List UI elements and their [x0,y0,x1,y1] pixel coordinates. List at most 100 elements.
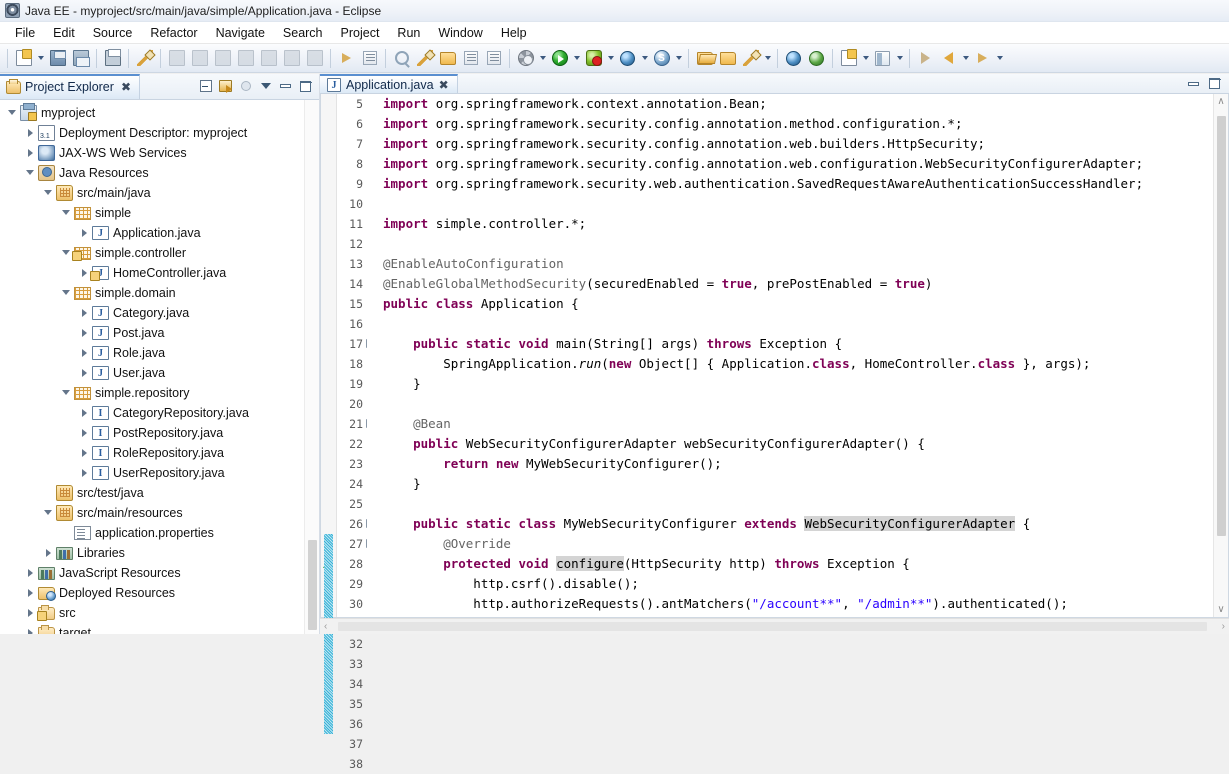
tree-item[interactable]: src/main/java [0,183,304,203]
resume-button[interactable] [166,48,187,69]
tree-item[interactable]: Java Resources [0,163,304,183]
code-line[interactable]: http.csrf().disable(); [383,574,1213,594]
chevron-right-icon[interactable] [76,323,92,343]
menu-project[interactable]: Project [332,24,389,42]
code-line[interactable]: import org.springframework.security.conf… [383,134,1213,154]
menu-run[interactable]: Run [388,24,429,42]
forward-dropdown[interactable] [960,48,971,69]
run-dropdown[interactable] [571,48,582,69]
new-perspective-button[interactable] [872,48,893,69]
code-line[interactable] [383,314,1213,334]
tree-item[interactable]: myproject [0,103,304,123]
tree-item[interactable]: RoleRepository.java [0,443,304,463]
external-tools-dropdown[interactable] [537,48,548,69]
chevron-right-icon[interactable] [76,223,92,243]
save-button[interactable] [47,48,68,69]
tree-item[interactable]: simple.controller [0,243,304,263]
chevron-right-icon[interactable] [76,363,92,383]
annotate-button[interactable] [740,48,761,69]
chevron-down-icon[interactable] [40,183,56,203]
chevron-right-icon[interactable] [40,543,56,563]
tree-item[interactable]: Role.java [0,343,304,363]
tree-item[interactable]: simple.repository [0,383,304,403]
tree-item[interactable]: Post.java [0,323,304,343]
chevron-right-icon[interactable] [22,143,38,163]
code-line[interactable]: } [383,374,1213,394]
chevron-right-icon[interactable] [76,403,92,423]
chevron-down-icon[interactable] [22,163,38,183]
tree-item[interactable]: src/test/java [0,483,304,503]
explorer-scroll-thumb[interactable] [308,540,317,630]
explorer-maximize-button[interactable] [296,77,315,96]
scroll-right-icon[interactable]: › [1222,621,1225,632]
task-button[interactable] [483,48,504,69]
chevron-right-icon[interactable] [76,443,92,463]
forward-button[interactable] [938,48,959,69]
close-icon[interactable]: ✖ [121,81,131,93]
debug-button[interactable] [583,48,604,69]
horizontal-scroll-thumb[interactable] [338,622,1207,631]
tab-application-java[interactable]: Application.java ✖ [320,74,458,93]
editor-vertical-scrollbar[interactable]: ∧ ∨ [1213,94,1228,617]
tree-item[interactable]: application.properties [0,523,304,543]
code-line[interactable]: import simple.controller.*; [383,214,1213,234]
link-with-editor-button[interactable] [216,77,235,96]
chevron-right-icon[interactable] [22,563,38,583]
disconnect-button[interactable] [235,48,256,69]
chevron-right-icon[interactable] [22,583,38,603]
tree-item[interactable]: src [0,603,304,623]
previous-annotation-button[interactable] [359,48,380,69]
code-line[interactable]: @Override [383,534,1213,554]
new-jsp-button[interactable] [838,48,859,69]
scroll-down-icon[interactable]: ∨ [1214,602,1229,617]
code-line[interactable] [383,234,1213,254]
code-line[interactable]: public static class MyWebSecurityConfigu… [383,514,1213,534]
chevron-right-icon[interactable] [22,623,38,634]
tree-item[interactable]: CategoryRepository.java [0,403,304,423]
view-menu-button[interactable] [256,77,275,96]
new-folder-button[interactable] [717,48,738,69]
tree-item[interactable]: target [0,623,304,634]
code-line[interactable]: @EnableGlobalMethodSecurity(securedEnabl… [383,274,1213,294]
chevron-down-icon[interactable] [4,103,20,123]
terminate-button[interactable] [212,48,233,69]
explorer-vertical-scrollbar[interactable] [304,100,319,634]
code-line[interactable]: import org.springframework.context.annot… [383,94,1213,114]
editor-minimize-button[interactable] [1184,74,1203,93]
toggle-mark-occurrences-button[interactable] [134,48,155,69]
code-line[interactable]: @Bean [383,414,1213,434]
editor-scroll-thumb[interactable] [1217,116,1226,536]
print-button[interactable] [102,48,123,69]
save-all-button[interactable] [70,48,91,69]
editor-code-area[interactable]: import org.springframework.context.annot… [367,94,1213,617]
code-line[interactable]: @EnableAutoConfiguration [383,254,1213,274]
code-line[interactable]: SpringApplication.run(new Object[] { App… [383,354,1213,374]
open-web-browser-button[interactable] [783,48,804,69]
menu-refactor[interactable]: Refactor [141,24,206,42]
code-line[interactable]: http.authorizeRequests().antMatchers("/a… [383,594,1213,614]
step-into-button[interactable] [258,48,279,69]
chevron-right-icon[interactable] [76,423,92,443]
tree-item[interactable]: HomeController.java [0,263,304,283]
chevron-down-icon[interactable] [58,203,74,223]
focus-on-active-task-button[interactable] [236,77,255,96]
scroll-left-icon[interactable]: ‹ [324,621,327,632]
annotate-dropdown[interactable] [762,48,773,69]
debug-dropdown[interactable] [605,48,616,69]
code-line[interactable] [383,494,1213,514]
explorer-minimize-button[interactable] [276,77,295,96]
chevron-down-icon[interactable] [58,283,74,303]
code-line[interactable]: } [383,474,1213,494]
external-tools-button[interactable] [515,48,536,69]
next-annotation-button[interactable] [336,48,357,69]
project-tree[interactable]: myprojectDeployment Descriptor: myprojec… [0,100,304,634]
tree-item[interactable]: Libraries [0,543,304,563]
chevron-right-icon[interactable] [76,343,92,363]
code-line[interactable]: import org.springframework.security.conf… [383,114,1213,134]
tree-item[interactable]: Deployed Resources [0,583,304,603]
collapse-all-button[interactable] [196,77,215,96]
tree-item[interactable]: UserRepository.java [0,463,304,483]
code-line[interactable]: public WebSecurityConfigurerAdapter webS… [383,434,1213,454]
tree-item[interactable]: Deployment Descriptor: myproject [0,123,304,143]
tree-item[interactable]: JavaScript Resources [0,563,304,583]
